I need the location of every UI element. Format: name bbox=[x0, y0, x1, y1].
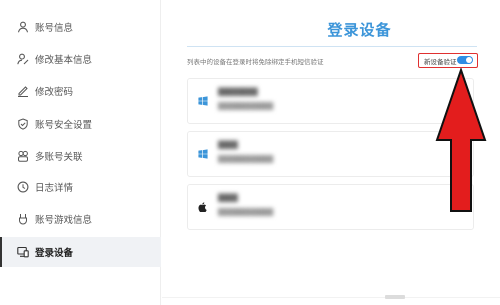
device-card: ████████ ████████████ bbox=[187, 78, 474, 124]
clock-icon bbox=[17, 181, 29, 193]
sidebar-item-game-info[interactable]: 账号游戏信息 bbox=[0, 204, 161, 234]
gamepad-icon bbox=[17, 213, 29, 225]
device-card: ████ ████████████ bbox=[187, 131, 474, 177]
sidebar-item-label: 账号信息 bbox=[35, 23, 74, 34]
windows-icon bbox=[197, 95, 209, 107]
sidebar-item-label: 修改密码 bbox=[35, 87, 74, 98]
device-login-time: ████████████ bbox=[218, 156, 274, 163]
sidebar-item-edit-basic-info[interactable]: 修改基本信息 bbox=[0, 44, 161, 74]
toggle-knob bbox=[466, 57, 472, 63]
devices-icon bbox=[17, 246, 29, 258]
multi-account-icon bbox=[17, 150, 29, 162]
pencil-icon bbox=[17, 85, 29, 97]
sidebar-item-label: 账号游戏信息 bbox=[35, 215, 93, 226]
new-device-verify-label: 新设备验证 bbox=[424, 58, 457, 66]
device-name: ████████ bbox=[218, 89, 258, 96]
page-title: 登录设备 bbox=[327, 22, 392, 39]
sidebar-item-account-info[interactable]: 账号信息 bbox=[0, 12, 161, 42]
sidebar-nav: 账号信息 修改基本信息 修改密码 账号安全设置 多账号关联 日志详情 账号游戏信… bbox=[0, 0, 161, 305]
device-name: ████ bbox=[218, 142, 238, 149]
user-edit-icon bbox=[17, 53, 29, 65]
device-card: ████ ████████████ bbox=[187, 184, 474, 230]
apple-icon bbox=[197, 201, 209, 213]
sidebar-item-label: 修改基本信息 bbox=[35, 55, 93, 66]
sidebar-item-multi-account[interactable]: 多账号关联 bbox=[0, 141, 161, 171]
windows-icon bbox=[197, 148, 209, 160]
new-device-verify-setting: 新设备验证 bbox=[418, 53, 478, 68]
sidebar-item-label: 日志详情 bbox=[35, 183, 74, 194]
footer-mark bbox=[385, 295, 405, 299]
sidebar-item-login-devices[interactable]: 登录设备 bbox=[0, 237, 161, 267]
user-icon bbox=[17, 21, 29, 33]
new-device-verify-toggle[interactable] bbox=[457, 56, 473, 64]
sidebar-item-label: 账号安全设置 bbox=[35, 120, 93, 131]
page-description: 列表中的设备在登录时将免除绑定手机短信验证 bbox=[187, 59, 324, 66]
sidebar-item-security-settings[interactable]: 账号安全设置 bbox=[0, 109, 161, 139]
sidebar-item-log-details[interactable]: 日志详情 bbox=[0, 172, 161, 202]
sidebar-item-label: 多账号关联 bbox=[35, 152, 83, 163]
sidebar-item-change-password[interactable]: 修改密码 bbox=[0, 76, 161, 106]
device-login-time: ████████████ bbox=[218, 209, 274, 216]
title-divider bbox=[187, 46, 477, 47]
red-arrow-annotation-icon bbox=[435, 68, 487, 212]
footer-divider bbox=[162, 297, 500, 298]
shield-check-icon bbox=[17, 118, 29, 130]
sidebar-item-label: 登录设备 bbox=[35, 248, 74, 259]
device-login-time: ████████████ bbox=[218, 103, 274, 110]
device-name: ████ bbox=[218, 195, 238, 202]
